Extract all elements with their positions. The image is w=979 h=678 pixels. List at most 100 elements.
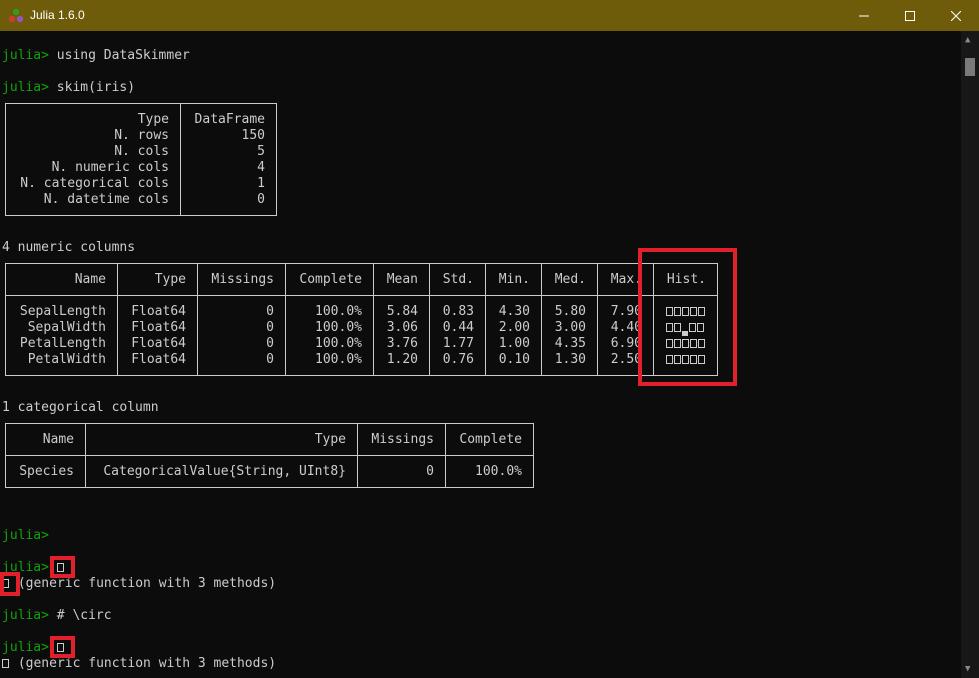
column-header: Type — [314, 432, 346, 447]
table-cell: PetalWidth — [27, 352, 106, 367]
table-cell: 100.0% — [475, 464, 522, 479]
table-cell: 0 — [266, 304, 274, 319]
numeric-table: Name Type Missings Complete Mean Std. Mi… — [5, 263, 718, 376]
terminal-line: julia> skim(iris) — [2, 80, 135, 96]
terminal-line: (generic function with 3 methods) — [2, 656, 276, 672]
julia-prompt: julia> — [2, 48, 49, 63]
close-icon — [951, 10, 961, 21]
table-cell: 4.30 — [498, 304, 530, 319]
highlight-box-histogram — [638, 248, 737, 386]
summary-value: DataFrame — [194, 112, 265, 127]
command-text: skim(iris) — [56, 80, 136, 95]
table-cell: PetalLength — [19, 336, 106, 351]
table-cell: 1.30 — [554, 352, 586, 367]
scroll-down-icon[interactable]: ▼ — [965, 664, 970, 674]
highlight-box-glyph — [50, 636, 75, 658]
table-cell: 5.80 — [554, 304, 586, 319]
command-text: using DataSkimmer — [56, 48, 190, 63]
table-cell: 100.0% — [315, 320, 362, 335]
vertical-scrollbar[interactable]: ▲ ▼ — [961, 31, 979, 678]
table-cell: 1.00 — [498, 336, 530, 351]
summary-table: Type DataFrame N. rows 150 N. cols 5 N. … — [5, 103, 277, 216]
column-header: Name — [74, 272, 106, 287]
missing-glyph-icon — [2, 659, 9, 668]
maximize-button[interactable] — [887, 0, 933, 31]
output-text: (generic function with 3 methods) — [17, 656, 277, 671]
column-header: Complete — [299, 272, 362, 287]
column-header: Med. — [554, 272, 586, 287]
table-cell: 4.35 — [554, 336, 586, 351]
categorical-table: Name Type Missings Complete Species Cate… — [5, 423, 534, 488]
terminal-line: julia> using DataSkimmer — [2, 48, 190, 64]
table-cell: CategoricalValue{String, UInt8} — [103, 464, 346, 479]
table-cell: 0.83 — [442, 304, 474, 319]
table-cell: 0 — [266, 336, 274, 351]
column-header: Std. — [442, 272, 474, 287]
close-button[interactable] — [933, 0, 979, 31]
summary-label: Type — [137, 112, 169, 127]
table-cell: Float64 — [131, 352, 186, 367]
section-header: 4 numeric columns — [2, 240, 136, 255]
table-cell: 6.90 — [610, 336, 642, 351]
table-cell: 1.20 — [386, 352, 418, 367]
terminal-line: julia> # \circ — [2, 608, 112, 624]
table-cell: SepalLength — [19, 304, 106, 319]
table-cell: 7.90 — [610, 304, 642, 319]
scrollbar-thumb[interactable] — [965, 58, 975, 76]
minimize-button[interactable] — [841, 0, 887, 31]
table-cell: 3.76 — [386, 336, 418, 351]
section-header: 1 categorical column — [2, 400, 159, 415]
column-header: Name — [42, 432, 74, 447]
window-title: Julia 1.6.0 — [30, 8, 85, 22]
table-cell: 1.77 — [442, 336, 474, 351]
julia-prompt: julia> — [2, 640, 49, 655]
table-cell: 2.50 — [610, 352, 642, 367]
summary-label: N. datetime cols — [43, 192, 169, 207]
table-cell: SepalWidth — [27, 320, 106, 335]
table-cell: 0.10 — [498, 352, 530, 367]
terminal-line: (generic function with 3 methods) — [2, 576, 276, 592]
summary-value: 5 — [257, 144, 265, 159]
table-cell: 5.84 — [386, 304, 418, 319]
summary-value: 4 — [257, 160, 265, 175]
table-cell: 4.40 — [610, 320, 642, 335]
julia-logo-icon — [8, 8, 24, 23]
table-cell: 100.0% — [315, 352, 362, 367]
summary-label: N. rows — [114, 128, 169, 143]
column-header: Type — [154, 272, 186, 287]
terminal-line: julia> — [2, 528, 49, 544]
command-text: # \circ — [56, 608, 112, 623]
table-cell: 100.0% — [315, 336, 362, 351]
scroll-up-icon[interactable]: ▲ — [965, 35, 970, 45]
table-cell: 0 — [266, 320, 274, 335]
table-cell: 3.06 — [386, 320, 418, 335]
julia-prompt: julia> — [2, 528, 49, 543]
output-text: (generic function with 3 methods) — [17, 576, 277, 591]
column-header: Missings — [211, 272, 274, 287]
column-header: Missings — [371, 432, 434, 447]
summary-label: N. categorical cols — [20, 176, 169, 191]
table-cell: 0.44 — [442, 320, 474, 335]
column-header: Complete — [459, 432, 522, 447]
column-header: Mean — [386, 272, 418, 287]
table-cell: Float64 — [131, 336, 186, 351]
table-cell: 3.00 — [554, 320, 586, 335]
terminal-output[interactable]: julia> using DataSkimmer julia> skim(iri… — [0, 31, 961, 678]
highlight-box-glyph — [50, 556, 75, 578]
summary-value: 1 — [257, 176, 265, 191]
summary-label: N. numeric cols — [51, 160, 169, 175]
table-cell: 0.76 — [442, 352, 474, 367]
julia-prompt: julia> — [2, 80, 49, 95]
table-cell: 0 — [426, 464, 434, 479]
summary-label: N. cols — [114, 144, 169, 159]
column-header: Min. — [498, 272, 530, 287]
table-cell: 2.00 — [498, 320, 530, 335]
table-cell: 100.0% — [315, 304, 362, 319]
highlight-box-glyph — [0, 572, 20, 596]
window-titlebar: Julia 1.6.0 — [0, 0, 979, 31]
table-cell: Float64 — [131, 320, 186, 335]
minimize-icon — [859, 15, 869, 16]
column-header: Max. — [610, 272, 642, 287]
table-cell: Float64 — [131, 304, 186, 319]
table-cell: 0 — [266, 352, 274, 367]
